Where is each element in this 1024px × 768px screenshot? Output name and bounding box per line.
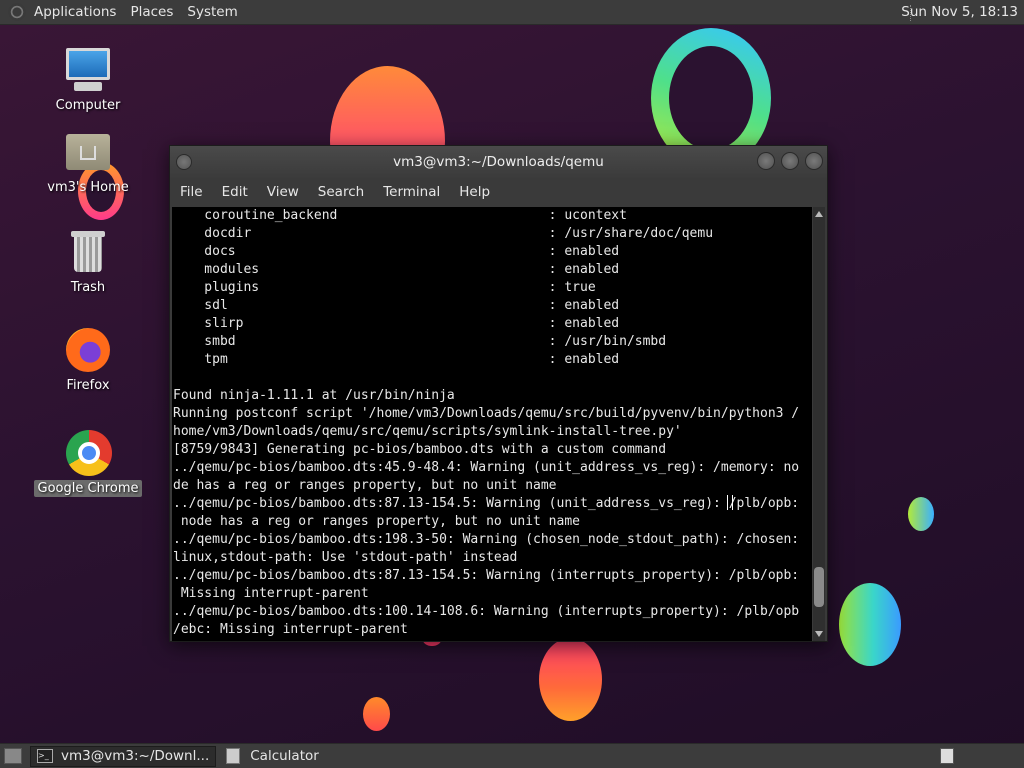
- wallpaper-shape: [839, 583, 901, 666]
- calculator-icon: [226, 748, 241, 764]
- desktop-icon-firefox[interactable]: Firefox: [33, 326, 143, 393]
- menu-help[interactable]: Help: [459, 184, 490, 200]
- desktop-icon-label: vm3's Home: [47, 180, 129, 195]
- clock[interactable]: Sun Nov 5, 18:13: [901, 4, 1018, 20]
- taskbar-item-calculator[interactable]: Calculator: [220, 746, 325, 767]
- desktop-icon-chrome[interactable]: Google Chrome: [33, 428, 143, 497]
- desktop-icon-label: Google Chrome: [33, 480, 143, 497]
- menu-places[interactable]: Places: [130, 4, 173, 20]
- minimize-button[interactable]: [757, 152, 775, 170]
- bottom-panel: >_ vm3@vm3:~/Downl... Calculator: [0, 743, 1024, 768]
- menu-search[interactable]: Search: [318, 184, 364, 200]
- maximize-button[interactable]: [781, 152, 799, 170]
- terminal-menubar: File Edit View Search Terminal Help: [170, 178, 827, 206]
- scroll-down-arrow-icon[interactable]: [815, 631, 823, 637]
- menu-system[interactable]: System: [187, 4, 237, 20]
- home-folder-icon: [64, 128, 112, 176]
- workspace-switcher[interactable]: [940, 748, 954, 764]
- terminal-icon: >_: [37, 749, 53, 763]
- taskbar-item-label: vm3@vm3:~/Downl...: [61, 748, 210, 764]
- computer-icon: [64, 46, 112, 94]
- taskbar-item-label: Calculator: [250, 748, 319, 764]
- text-cursor-icon: [727, 495, 733, 510]
- terminal-output[interactable]: coroutine_backend : ucontext docdir : /u…: [172, 207, 812, 641]
- desktop-icon-label: Trash: [70, 280, 106, 295]
- menu-view[interactable]: View: [267, 184, 299, 200]
- scrollbar-thumb[interactable]: [814, 567, 824, 607]
- desktop-icon-label: Firefox: [66, 378, 110, 393]
- menu-file[interactable]: File: [180, 184, 203, 200]
- desktop-icon-computer[interactable]: Computer: [33, 46, 143, 113]
- terminal-window[interactable]: vm3@vm3:~/Downloads/qemu File Edit View …: [169, 145, 828, 642]
- show-desktop-icon[interactable]: [4, 748, 22, 764]
- window-title: vm3@vm3:~/Downloads/qemu: [393, 154, 604, 170]
- trash-icon: [64, 228, 112, 276]
- menu-applications[interactable]: Applications: [34, 4, 116, 20]
- wallpaper-shape: [539, 638, 602, 721]
- system-logo-icon[interactable]: [8, 3, 26, 21]
- terminal-scrollbar[interactable]: [813, 207, 825, 641]
- desktop-icon-trash[interactable]: Trash: [33, 228, 143, 295]
- top-panel: Applications Places System Sun Nov 5, 18…: [0, 0, 1024, 25]
- wallpaper-shape: [363, 697, 390, 731]
- desktop-icon-label: Computer: [55, 98, 121, 113]
- window-titlebar[interactable]: vm3@vm3:~/Downloads/qemu: [170, 146, 827, 178]
- terminal-text: coroutine_backend : ucontext docdir : /u…: [173, 208, 800, 637]
- close-button[interactable]: [805, 152, 823, 170]
- firefox-icon: [64, 326, 112, 374]
- wallpaper-shape: [908, 497, 934, 531]
- chrome-icon: [64, 428, 112, 476]
- menu-terminal[interactable]: Terminal: [383, 184, 440, 200]
- window-menu-button[interactable]: [176, 154, 192, 170]
- desktop-icon-home[interactable]: vm3's Home: [33, 128, 143, 195]
- taskbar-item-terminal[interactable]: >_ vm3@vm3:~/Downl...: [30, 745, 217, 767]
- menu-edit[interactable]: Edit: [222, 184, 248, 200]
- scroll-up-arrow-icon[interactable]: [815, 211, 823, 217]
